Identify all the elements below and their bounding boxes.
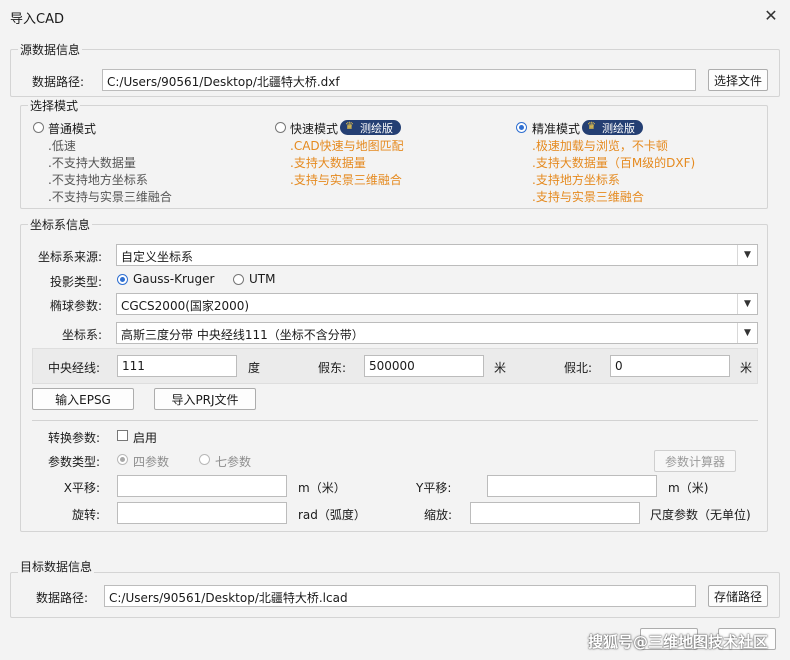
chevron-down-icon[interactable]: ▼ — [737, 245, 757, 265]
target-path-label: 数据路径: — [36, 591, 89, 605]
x-shift-input[interactable] — [117, 475, 287, 497]
mode-fast-feature: .支持大数据量 — [290, 156, 366, 170]
crs-label: 坐标系: — [61, 328, 102, 342]
scale-input[interactable] — [470, 502, 640, 524]
projection-gauss-label[interactable]: Gauss-Kruger — [133, 272, 214, 286]
crs-divider — [32, 420, 758, 421]
param-calculator-button[interactable]: 参数计算器 — [654, 450, 736, 472]
projection-utm-label[interactable]: UTM — [249, 272, 275, 286]
mode-fast-badge-text: 测绘版 — [360, 121, 393, 135]
mode-precise-feature: .支持地方坐标系 — [532, 173, 620, 187]
mode-precise-feature: .支持大数据量（百M级的DXF) — [532, 156, 696, 170]
import-prj-button[interactable]: 导入PRJ文件 — [154, 388, 256, 410]
crs-source-label: 坐标系来源: — [37, 250, 102, 264]
mode-precise-badge-text: 测绘版 — [602, 121, 635, 135]
mode-fast-feature: .CAD快速与地图匹配 — [290, 139, 404, 153]
mode-normal-feature: .不支持地方坐标系 — [48, 173, 148, 187]
crs-value: 高斯三度分带 中央经线111（坐标不含分带） — [121, 328, 364, 342]
select-file-button[interactable]: 选择文件 — [708, 69, 768, 91]
rotation-unit: rad（弧度） — [298, 508, 366, 522]
mode-normal-feature: .不支持大数据量 — [48, 156, 136, 170]
input-epsg-button[interactable]: 输入EPSG — [32, 388, 134, 410]
mode-precise-feature: .支持与实景三维融合 — [532, 190, 644, 204]
false-north-label: 假北: — [564, 361, 593, 375]
ellipsoid-label: 椭球参数: — [49, 299, 102, 313]
transform-enable-checkbox[interactable] — [117, 430, 128, 441]
param-type-label: 参数类型: — [47, 455, 100, 469]
projection-label: 投影类型: — [49, 275, 102, 289]
false-north-input[interactable]: 0 — [610, 355, 730, 377]
projection-gauss-radio[interactable] — [117, 274, 128, 285]
ellipsoid-value: CGCS2000(国家2000) — [121, 299, 250, 313]
crs-source-value: 自定义坐标系 — [121, 250, 194, 264]
param-seven-label[interactable]: 七参数 — [215, 453, 251, 470]
crs-select[interactable]: 高斯三度分带 中央经线111（坐标不含分带） ▼ — [116, 322, 758, 344]
crs-source-select[interactable]: 自定义坐标系 ▼ — [116, 244, 758, 266]
target-path-input[interactable]: C:/Users/90561/Desktop/北疆特大桥.lcad — [104, 585, 696, 607]
rotation-input[interactable] — [117, 502, 287, 524]
mode-precise-radio[interactable] — [516, 122, 527, 133]
mode-fast-feature: .支持与实景三维融合 — [290, 173, 402, 187]
mode-normal-radio[interactable] — [33, 122, 44, 133]
target-group-title: 目标数据信息 — [18, 558, 95, 575]
watermark: 搜狐号@三维地图技术社区 — [588, 633, 769, 651]
crown-icon: ♛ — [587, 121, 596, 132]
central-meridian-input[interactable]: 111 — [117, 355, 237, 377]
transform-enable-label[interactable]: 启用 — [133, 429, 157, 446]
rotation-label: 旋转: — [71, 508, 100, 522]
chevron-down-icon[interactable]: ▼ — [737, 323, 757, 343]
y-shift-unit: m（米) — [668, 481, 709, 495]
param-seven-radio[interactable] — [199, 454, 210, 465]
mode-normal-feature: .不支持与实景三维融合 — [48, 190, 172, 204]
false-east-label: 假东: — [318, 361, 347, 375]
y-shift-label: Y平移: — [416, 481, 452, 495]
ellipsoid-select[interactable]: CGCS2000(国家2000) ▼ — [116, 293, 758, 315]
central-meridian-label: 中央经线: — [47, 361, 100, 375]
crown-icon: ♛ — [345, 121, 354, 132]
mode-normal-feature: .低速 — [48, 139, 76, 153]
mode-group-title: 选择模式 — [28, 97, 81, 114]
false-north-unit: 米 — [740, 361, 753, 375]
x-shift-label: X平移: — [63, 481, 100, 495]
window-title: 导入CAD — [10, 12, 64, 27]
projection-utm-radio[interactable] — [233, 274, 244, 285]
param-four-radio[interactable] — [117, 454, 128, 465]
source-path-input[interactable]: C:/Users/90561/Desktop/北疆特大桥.dxf — [102, 69, 696, 91]
source-path-label: 数据路径: — [32, 75, 85, 89]
mode-precise-label[interactable]: 精准模式 — [532, 120, 580, 137]
x-shift-unit: m（米） — [298, 481, 346, 495]
mode-precise-badge: ♛ 测绘版 — [582, 120, 643, 135]
chevron-down-icon[interactable]: ▼ — [737, 294, 757, 314]
mode-normal-label[interactable]: 普通模式 — [48, 120, 96, 137]
transform-label: 转换参数: — [47, 431, 100, 445]
source-group-title: 源数据信息 — [18, 41, 83, 58]
scale-label: 缩放: — [424, 508, 453, 522]
mode-precise-feature: .极速加载与浏览，不卡顿 — [532, 139, 668, 153]
mode-fast-label[interactable]: 快速模式 — [290, 120, 338, 137]
title-bar: 导入CAD ✕ — [0, 0, 790, 32]
mode-fast-radio[interactable] — [275, 122, 286, 133]
false-east-unit: 米 — [494, 361, 507, 375]
mode-fast-badge: ♛ 测绘版 — [340, 120, 401, 135]
crs-group-title: 坐标系信息 — [28, 216, 93, 233]
save-path-button[interactable]: 存储路径 — [708, 585, 768, 607]
central-meridian-unit: 度 — [248, 361, 261, 375]
y-shift-input[interactable] — [487, 475, 657, 497]
close-icon[interactable]: ✕ — [758, 3, 784, 27]
param-four-label[interactable]: 四参数 — [133, 453, 169, 470]
false-east-input[interactable]: 500000 — [364, 355, 484, 377]
scale-unit: 尺度参数（无单位) — [650, 508, 751, 522]
